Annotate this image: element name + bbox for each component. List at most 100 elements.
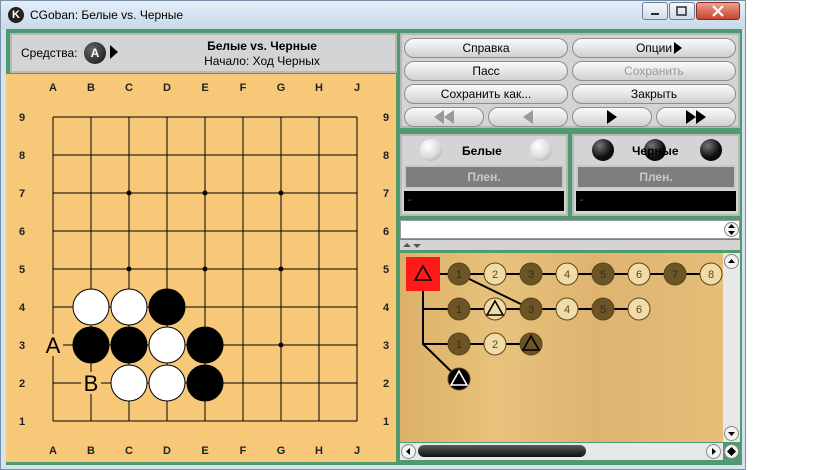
tree-node-label: 5	[600, 269, 606, 281]
tools-label: Средства:	[21, 46, 78, 60]
tree-node-label: 6	[636, 269, 642, 281]
fast-forward-icon	[686, 110, 706, 124]
black-stone-icon	[592, 139, 614, 161]
white-player-panel: Белые Плен. -	[400, 134, 568, 216]
help-button[interactable]: Справка	[404, 38, 568, 58]
close-game-button[interactable]: Закрыть	[572, 84, 736, 104]
board-grid[interactable]: AABBCCDDEEFFGGHHJJ9 98 87 76 65 54 43 32 21 1AB	[6, 74, 396, 462]
column-coordinate: D	[163, 82, 171, 94]
splitter-bar[interactable]	[400, 240, 740, 250]
row-coordinate: 7	[19, 188, 25, 200]
row-coordinate: 4	[383, 302, 390, 314]
star-point	[278, 342, 284, 348]
white-stone	[110, 288, 148, 326]
forward-button[interactable]	[572, 107, 652, 127]
game-tree-canvas[interactable]: 1 2 3 4 5 6 7 8 1 3 4 5 6 1 2	[400, 253, 723, 442]
column-coordinate: C	[125, 445, 133, 457]
tree-horizontal-scrollbar[interactable]	[400, 443, 723, 460]
comment-field[interactable]	[400, 220, 740, 239]
scroll-down-icon	[728, 432, 735, 436]
row-coordinate: 2	[19, 378, 25, 390]
rewind-button[interactable]	[404, 107, 484, 127]
tool-selector[interactable]: A	[84, 42, 106, 64]
column-coordinate: F	[240, 82, 247, 94]
tree-node-label: 1	[456, 304, 462, 316]
maximize-button[interactable]	[669, 2, 695, 20]
scroll-left-button[interactable]	[401, 444, 416, 459]
column-coordinate: E	[201, 445, 208, 457]
scroll-right-button[interactable]	[706, 444, 721, 459]
star-point	[202, 190, 208, 196]
row-coordinate: 5	[19, 264, 25, 276]
close-icon	[712, 5, 724, 17]
tree-node-label: 3	[528, 269, 534, 281]
scroll-down-button[interactable]	[724, 426, 739, 441]
row-coordinate: 6	[19, 226, 25, 238]
cgoban-window: K CGoban: Белые vs. Черные Средства: A Б…	[0, 0, 746, 470]
close-window-button[interactable]	[696, 2, 740, 20]
save-as-button[interactable]: Сохранить как...	[404, 84, 568, 104]
column-coordinate: J	[354, 445, 360, 457]
column-coordinate: F	[240, 445, 247, 457]
black-clock: -	[576, 191, 736, 211]
tree-node-label: 1	[456, 339, 462, 351]
minimize-icon	[651, 13, 659, 15]
star-point	[202, 266, 208, 272]
comment-scroll-button[interactable]	[724, 222, 739, 237]
tree-node-label: 5	[600, 304, 606, 316]
black-stone	[186, 326, 224, 364]
column-coordinate: E	[201, 82, 208, 94]
column-coordinate: C	[125, 82, 133, 94]
column-coordinate: A	[49, 445, 57, 457]
row-coordinate: 9	[19, 112, 25, 124]
save-button[interactable]: Сохранить	[572, 61, 736, 81]
rewind-icon	[434, 110, 454, 124]
game-subtitle: Начало: Ход Черных	[204, 54, 320, 68]
up-down-arrows-icon	[728, 224, 735, 235]
options-label: Опции	[635, 41, 673, 55]
star-point	[278, 190, 284, 196]
black-stone-icon	[700, 139, 722, 161]
tree-node-label: 4	[564, 269, 570, 281]
maximize-icon	[676, 6, 687, 16]
column-coordinate: D	[163, 445, 171, 457]
game-tree[interactable]: 1 2 3 4 5 6 7 8 1 3 4 5 6 1 2	[400, 253, 723, 442]
title-bar[interactable]: K CGoban: Белые vs. Черные	[1, 1, 745, 29]
scroll-up-button[interactable]	[724, 254, 739, 269]
white-stone-icon	[530, 139, 552, 161]
options-arrow-icon	[674, 42, 682, 54]
tree-connector	[422, 309, 531, 345]
scroll-right-icon	[712, 448, 716, 455]
window-title: CGoban: Белые vs. Черные	[30, 8, 184, 22]
black-stone	[72, 326, 110, 364]
star-point	[126, 190, 132, 196]
scroll-left-icon	[406, 448, 410, 455]
star-point	[278, 266, 284, 272]
current-node-highlight	[406, 257, 440, 291]
minimize-button[interactable]	[642, 2, 668, 20]
scroll-thumb[interactable]	[418, 445, 586, 457]
tree-vertical-scrollbar[interactable]	[723, 253, 740, 442]
tool-dropdown-icon[interactable]	[109, 45, 119, 59]
options-button[interactable]: Опции	[572, 38, 736, 58]
scroll-corner-button[interactable]	[724, 444, 739, 459]
game-info-panel: Средства: A Белые vs. Черные Начало: Ход…	[10, 33, 397, 73]
tree-node-label: 6	[636, 304, 642, 316]
back-button[interactable]	[488, 107, 568, 127]
white-stone	[148, 326, 186, 364]
forward-icon	[607, 110, 617, 124]
fast-forward-button[interactable]	[656, 107, 736, 127]
column-coordinate: H	[315, 445, 323, 457]
black-stone	[110, 326, 148, 364]
row-coordinate: 3	[383, 340, 389, 352]
tree-node-label: 7	[672, 269, 678, 281]
pass-button[interactable]: Пасс	[404, 61, 568, 81]
board-label: A	[46, 333, 61, 358]
white-clock: -	[404, 191, 564, 211]
column-coordinate: A	[49, 82, 57, 94]
go-board[interactable]: AABBCCDDEEFFGGHHJJ998877665544332211AB	[6, 74, 396, 462]
column-coordinate: J	[354, 82, 360, 94]
black-player-name: Черные	[632, 144, 679, 158]
white-stone	[72, 288, 110, 326]
tree-node-label: 2	[492, 269, 498, 281]
